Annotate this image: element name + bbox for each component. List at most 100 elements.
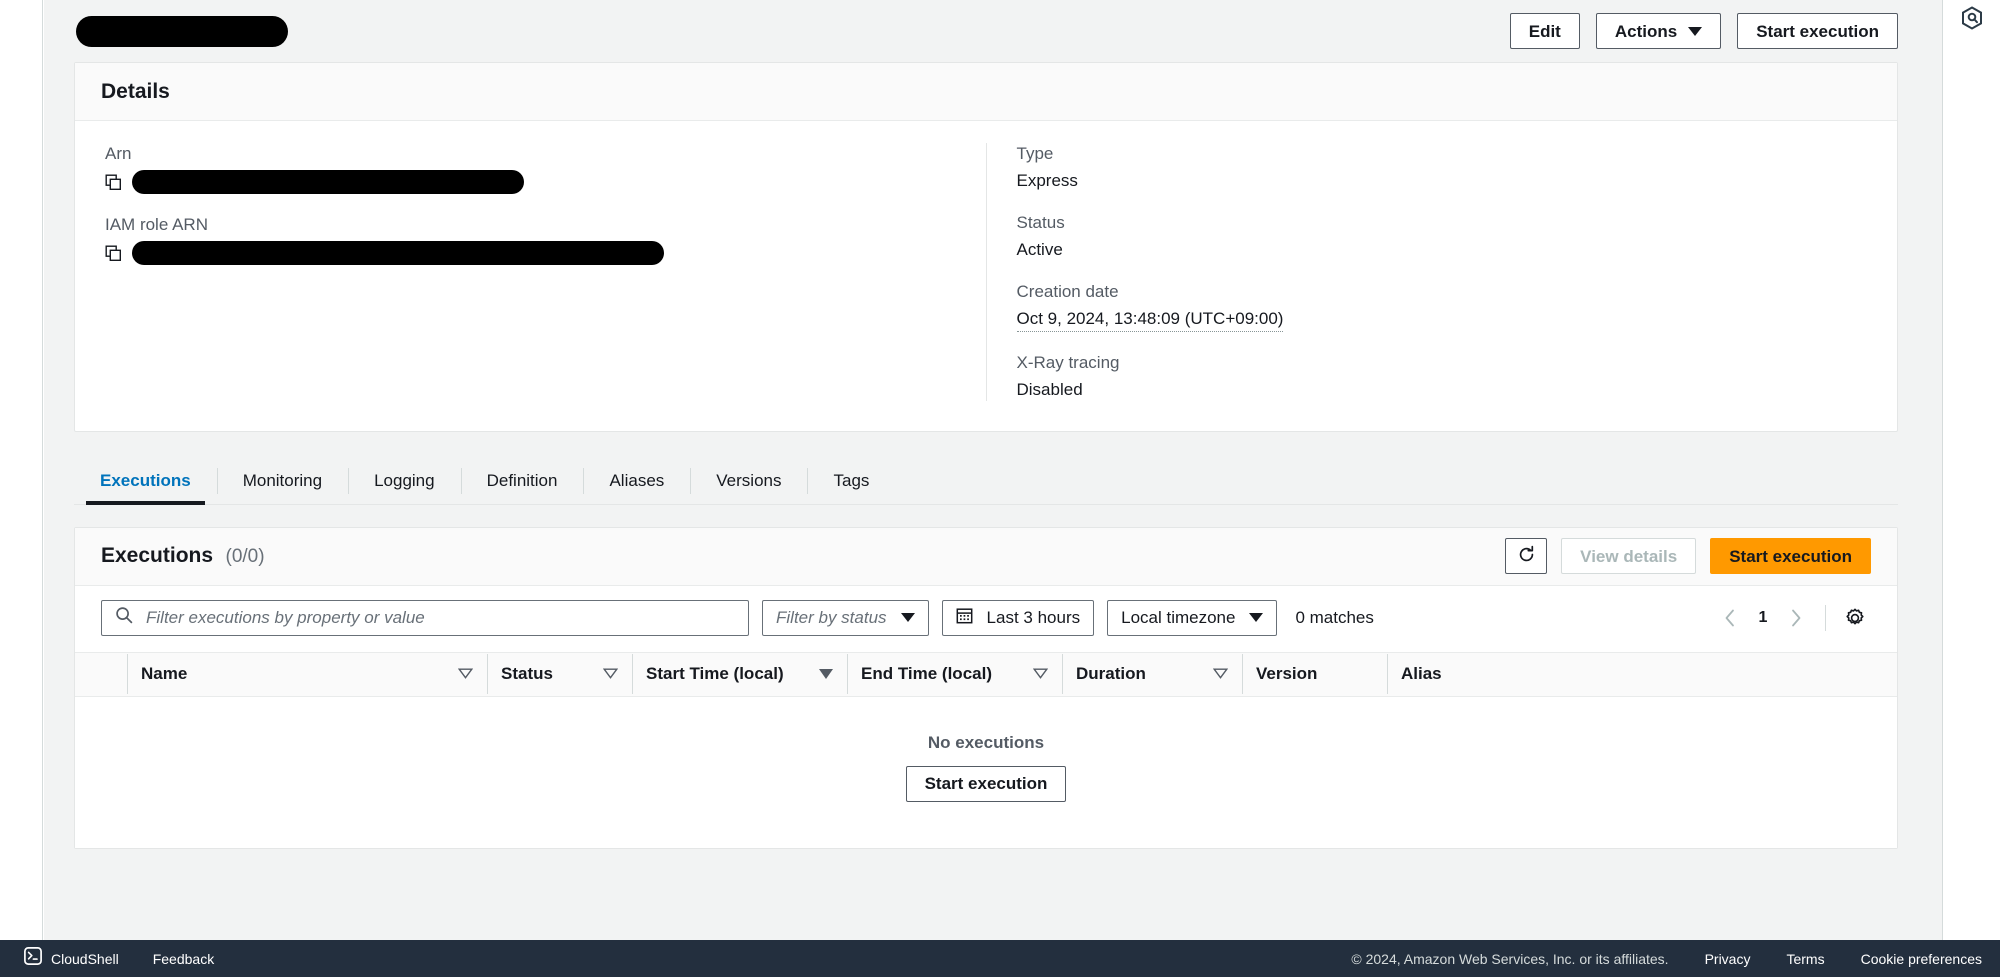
column-label-name: Name	[141, 664, 188, 684]
executions-card-header: Executions (0/0) View details Start exec	[75, 527, 1897, 586]
column-name[interactable]: Name	[127, 651, 487, 697]
search-box[interactable]	[101, 599, 749, 636]
details-body: Arn IAM role ARN Type Express Status Act…	[75, 121, 1897, 431]
start-execution-button[interactable]: Start execution	[1710, 538, 1871, 575]
executions-table-body: No executions Start execution	[75, 696, 1897, 848]
tab-tags[interactable]: Tags	[807, 458, 895, 504]
status-filter-label: Filter by status	[776, 607, 887, 627]
field-value-type: Express	[1016, 171, 1078, 191]
field-iam-role-arn: IAM role ARN	[105, 214, 956, 266]
search-icon	[115, 606, 133, 629]
empty-state-row: No executions Start execution	[75, 696, 1897, 848]
executions-actions: View details Start execution	[1505, 538, 1871, 575]
redacted-iam-role-arn-value	[132, 241, 664, 266]
right-panel-rail	[1942, 0, 2000, 940]
empty-state-start-execution-button[interactable]: Start execution	[905, 765, 1067, 802]
sort-icon-status[interactable]	[602, 664, 619, 684]
field-label-type: Type	[1016, 144, 1054, 163]
tab-versions[interactable]: Versions	[690, 458, 807, 504]
cloudshell-button[interactable]: CloudShell	[24, 947, 119, 970]
left-navigation-rail	[0, 0, 43, 940]
executions-table-head: Name Status Start Time (local) End Time …	[75, 651, 1897, 697]
copy-icon[interactable]	[105, 245, 122, 262]
column-label-version: Version	[1256, 664, 1318, 684]
feedback-link[interactable]: Feedback	[153, 951, 214, 967]
view-details-button[interactable]: View details	[1561, 538, 1697, 575]
field-value-xray-tracing: Disabled	[1016, 379, 1083, 399]
column-start-time[interactable]: Start Time (local)	[632, 651, 847, 697]
column-status[interactable]: Status	[487, 651, 632, 697]
cloudshell-label: CloudShell	[51, 950, 119, 967]
column-label-alias: Alias	[1401, 664, 1442, 684]
tab-definition[interactable]: Definition	[460, 458, 584, 504]
page-title	[76, 15, 288, 47]
field-value-arn	[105, 170, 956, 195]
pagination-divider	[1825, 604, 1826, 631]
column-select-all	[75, 651, 127, 697]
header-actions: Edit Actions Start execution	[1509, 13, 1898, 49]
table-header-row: Name Status Start Time (local) End Time …	[75, 651, 1897, 697]
footer-left: CloudShell Feedback	[24, 947, 214, 970]
chevron-down-icon	[1249, 613, 1264, 623]
empty-state-title: No executions	[927, 732, 1045, 752]
sort-icon-name[interactable]	[457, 664, 474, 684]
tab-executions[interactable]: Executions	[74, 458, 217, 505]
start-execution-header-button[interactable]: Start execution	[1737, 13, 1898, 49]
search-input[interactable]	[144, 606, 735, 629]
sort-icon-duration[interactable]	[1212, 664, 1229, 684]
timezone-dropdown[interactable]: Local timezone	[1107, 599, 1278, 636]
executions-heading: Executions (0/0)	[101, 544, 265, 568]
field-label-creation-date: Creation date	[1016, 282, 1119, 302]
actions-dropdown-button[interactable]: Actions	[1595, 13, 1722, 49]
executions-title: Executions	[101, 544, 214, 568]
chevron-down-icon	[1688, 26, 1703, 36]
status-filter-dropdown[interactable]: Filter by status	[762, 599, 929, 636]
table-preferences-button[interactable]	[1839, 602, 1871, 634]
field-creation-date: Creation date Oct 9, 2024, 13:48:09 (UTC…	[1016, 281, 1868, 332]
details-right-column: Type Express Status Active Creation date…	[985, 143, 1898, 401]
help-hexagon-icon[interactable]	[1961, 6, 1983, 940]
executions-filter-row: Filter by status L	[75, 586, 1897, 652]
column-version[interactable]: Version	[1242, 651, 1387, 697]
field-status: Status Active	[1017, 212, 1868, 261]
column-label-end-time: End Time (local)	[861, 664, 992, 684]
field-label-arn: Arn	[105, 144, 132, 163]
column-end-time[interactable]: End Time (local)	[847, 651, 1062, 697]
executions-count: (0/0)	[225, 546, 265, 568]
edit-button[interactable]: Edit	[1509, 13, 1580, 49]
field-xray-tracing: X-Ray tracing Disabled	[1017, 352, 1868, 401]
time-range-label: Last 3 hours	[986, 607, 1081, 627]
time-range-button[interactable]: Last 3 hours	[941, 599, 1095, 636]
tab-logging[interactable]: Logging	[348, 458, 461, 504]
sort-icon-start-time-active[interactable]	[819, 669, 833, 680]
refresh-button[interactable]	[1505, 538, 1548, 575]
calendar-icon	[956, 607, 973, 629]
refresh-icon	[1517, 545, 1536, 567]
copy-icon[interactable]	[105, 174, 122, 191]
cookie-preferences-link[interactable]: Cookie preferences	[1861, 951, 1982, 967]
actions-label: Actions	[1614, 21, 1678, 41]
executions-table: Name Status Start Time (local) End Time …	[75, 651, 1897, 848]
pagination-page-1[interactable]: 1	[1750, 609, 1776, 627]
column-duration[interactable]: Duration	[1062, 651, 1242, 697]
pagination-next-button[interactable]	[1780, 602, 1812, 634]
pagination: 1	[1714, 602, 1871, 634]
chevron-down-icon	[900, 613, 915, 623]
field-arn: Arn	[105, 143, 956, 195]
column-alias[interactable]: Alias	[1387, 651, 1897, 697]
footer-right: © 2024, Amazon Web Services, Inc. or its…	[1351, 951, 1982, 967]
tab-monitoring[interactable]: Monitoring	[216, 458, 348, 504]
field-type: Type Express	[1017, 143, 1868, 192]
column-label-status: Status	[501, 664, 553, 684]
redacted-arn-value	[132, 170, 524, 195]
copyright-text: © 2024, Amazon Web Services, Inc. or its…	[1351, 950, 1669, 967]
pagination-previous-button[interactable]	[1714, 602, 1746, 634]
details-card-header: Details	[75, 63, 1897, 121]
cloudshell-icon	[24, 947, 42, 970]
sort-icon-end-time[interactable]	[1032, 664, 1049, 684]
tab-bar: Executions Monitoring Logging Definition…	[74, 458, 1898, 505]
details-title: Details	[101, 79, 170, 103]
terms-link[interactable]: Terms	[1786, 951, 1824, 967]
privacy-link[interactable]: Privacy	[1705, 951, 1751, 967]
tab-aliases[interactable]: Aliases	[583, 458, 690, 504]
